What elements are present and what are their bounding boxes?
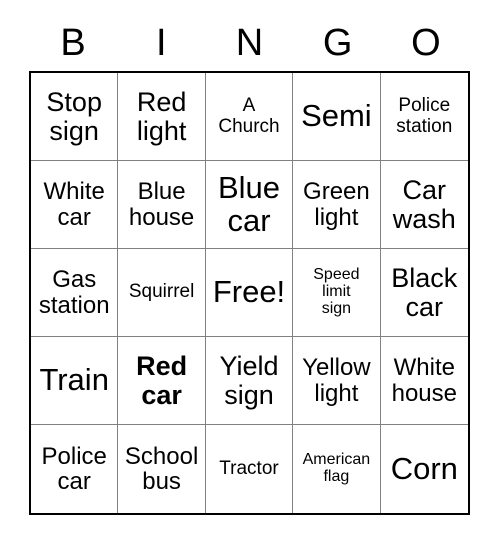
- bingo-cell[interactable]: Red car: [118, 337, 206, 425]
- bingo-cell-label: American flag: [302, 451, 371, 485]
- bingo-header-letter-g: G: [322, 22, 353, 64]
- bingo-cell-label: Police car: [41, 442, 107, 495]
- bingo-cell[interactable]: Yield sign: [205, 337, 294, 425]
- bingo-cell[interactable]: White car: [31, 161, 119, 249]
- bingo-cell[interactable]: Semi: [293, 73, 381, 161]
- bingo-cell[interactable]: Squirrel: [118, 249, 206, 337]
- bingo-cell-label: Green light: [303, 178, 370, 231]
- bingo-header-letter-o: O: [411, 22, 441, 64]
- bingo-header-letter-b: B: [60, 22, 86, 64]
- bingo-header-letter-i: I: [156, 22, 167, 64]
- bingo-cell[interactable]: Police car: [31, 425, 119, 513]
- bingo-cell-label: Car wash: [392, 174, 456, 234]
- bingo-cell-label: Speed limit sign: [313, 266, 360, 317]
- bingo-cell-label: Stop sign: [46, 86, 102, 146]
- bingo-cell-label: School bus: [124, 442, 199, 495]
- bingo-cell-label: Squirrel: [128, 281, 195, 303]
- bingo-cell[interactable]: Gas station: [31, 249, 119, 337]
- bingo-cell-label: Tractor: [219, 457, 279, 479]
- bingo-cell[interactable]: Blue house: [118, 161, 206, 249]
- bingo-cell-label: Red car: [136, 350, 188, 410]
- bingo-cell[interactable]: School bus: [118, 425, 206, 513]
- bingo-cell[interactable]: Stop sign: [31, 73, 119, 161]
- bingo-cell[interactable]: Red light: [118, 73, 206, 161]
- bingo-cell-label: Blue car: [217, 169, 281, 238]
- bingo-cell[interactable]: Green light: [293, 161, 381, 249]
- bingo-cell-label: Train: [39, 362, 109, 398]
- bingo-card: B I N G O Stop sign Red light A Church Semi…: [0, 0, 500, 544]
- bingo-cell-label: Black car: [391, 262, 458, 322]
- bingo-cell-label: Semi: [301, 98, 372, 134]
- bingo-cell-label: Yield sign: [219, 350, 279, 410]
- bingo-cell-label: Police station: [396, 95, 453, 137]
- bingo-cell[interactable]: Yellow light: [293, 337, 381, 425]
- bingo-cell[interactable]: Corn: [380, 425, 468, 513]
- bingo-cell-label: Free!: [212, 274, 286, 310]
- bingo-cell[interactable]: Train: [31, 337, 119, 425]
- bingo-grid: Stop sign Red light A Church Semi Police sta…: [29, 71, 470, 515]
- bingo-cell[interactable]: Blue car: [205, 161, 294, 249]
- bingo-cell-label: Gas station: [38, 266, 110, 319]
- bingo-cell[interactable]: American flag: [293, 425, 381, 513]
- bingo-cell[interactable]: White house: [380, 337, 468, 425]
- bingo-cell[interactable]: Black car: [380, 249, 468, 337]
- bingo-header-row: B I N G O: [29, 18, 470, 68]
- bingo-cell-label: A Church: [218, 95, 280, 137]
- bingo-cell[interactable]: A Church: [205, 73, 294, 161]
- bingo-cell-label: Blue house: [128, 178, 195, 231]
- bingo-cell[interactable]: Car wash: [380, 161, 468, 249]
- bingo-cell[interactable]: Speed limit sign: [293, 249, 381, 337]
- bingo-cell-label: Corn: [390, 450, 458, 486]
- bingo-cell-label: Yellow light: [302, 354, 371, 407]
- bingo-cell[interactable]: Police station: [380, 73, 468, 161]
- bingo-cell-label: White car: [43, 178, 105, 231]
- bingo-header-letter-n: N: [235, 22, 264, 64]
- bingo-cell-label: Red light: [136, 86, 187, 146]
- bingo-cell-label: White house: [391, 354, 457, 407]
- bingo-cell[interactable]: Tractor: [205, 425, 294, 513]
- bingo-cell[interactable]: Free!: [205, 249, 294, 337]
